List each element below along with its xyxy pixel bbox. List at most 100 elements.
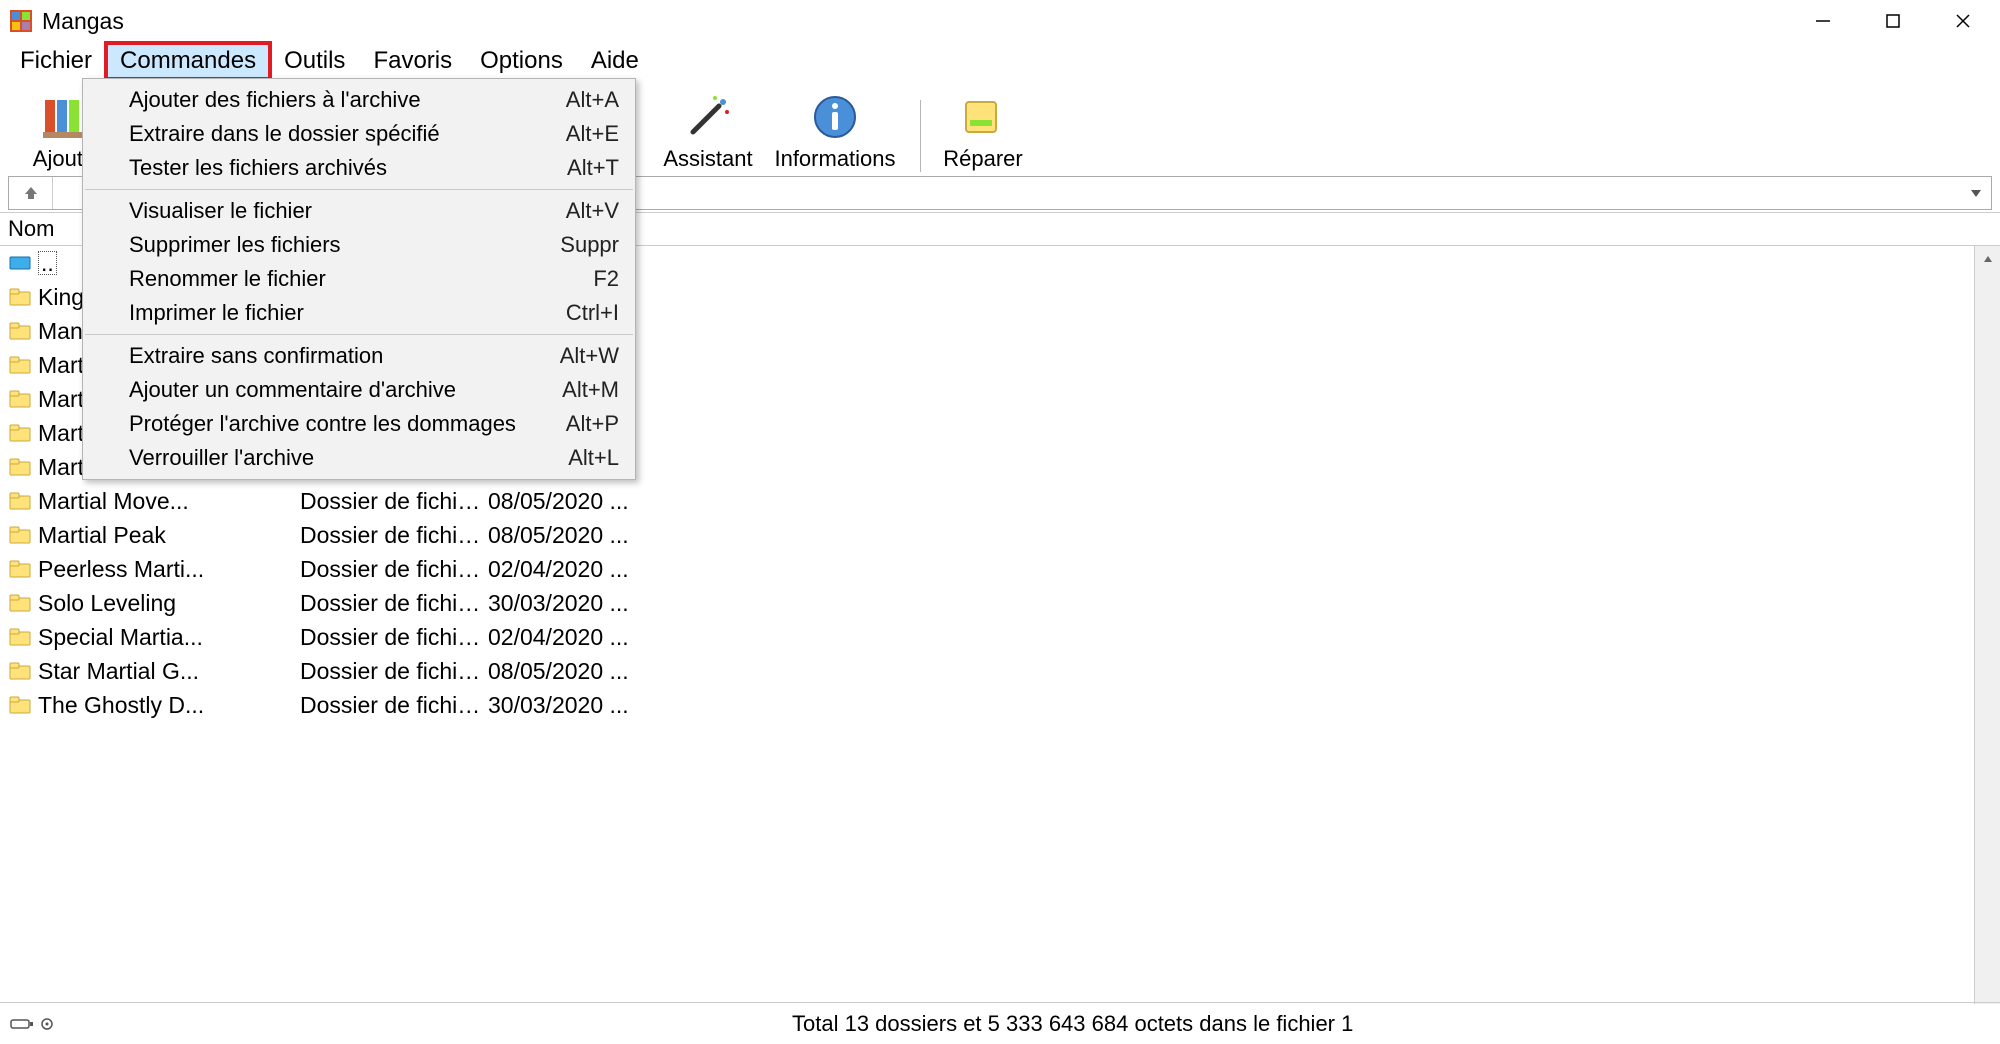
file-type: Dossier de fichie... <box>292 556 482 583</box>
folder-icon <box>8 319 32 343</box>
folder-icon <box>8 285 32 309</box>
file-type: Dossier de fichie... <box>292 488 482 515</box>
address-dropdown-button[interactable] <box>1961 186 1991 200</box>
file-name: Martial Move... <box>38 488 292 515</box>
menubar: Fichier Commandes Outils Favoris Options… <box>0 42 2000 80</box>
dropdown-item-shortcut: Alt+M <box>562 377 619 403</box>
dropdown-item[interactable]: Verrouiller l'archiveAlt+L <box>83 441 635 475</box>
file-row[interactable]: Special Martia...Dossier de fichie...02/… <box>0 620 1974 654</box>
dropdown-item-label: Extraire dans le dossier spécifié <box>129 121 566 147</box>
maximize-button[interactable] <box>1858 0 1928 42</box>
dropdown-item-shortcut: F2 <box>593 266 619 292</box>
folder-icon <box>8 489 32 513</box>
dropdown-item-label: Visualiser le fichier <box>129 198 566 224</box>
dropdown-item-shortcut: Alt+P <box>566 411 619 437</box>
menu-options[interactable]: Options <box>466 43 577 79</box>
menu-fichier[interactable]: Fichier <box>6 43 106 79</box>
drive-icon <box>8 251 32 275</box>
status-bar: Total 13 dossiers et 5 333 643 684 octet… <box>0 1002 2000 1044</box>
folder-icon <box>8 557 32 581</box>
toolbar-informations[interactable]: Informations <box>760 82 910 172</box>
file-row[interactable]: Martial Move...Dossier de fichie...08/05… <box>0 484 1974 518</box>
toolbar-reparer-label: Réparer <box>943 146 1022 172</box>
menu-outils[interactable]: Outils <box>270 43 359 79</box>
dropdown-item[interactable]: Ajouter un commentaire d'archiveAlt+M <box>83 373 635 407</box>
toolbar-assistant-label: Assistant <box>663 146 752 172</box>
folder-icon <box>8 693 32 717</box>
file-name: Star Martial G... <box>38 658 292 685</box>
toolbar-reparer[interactable]: Réparer <box>931 82 1035 172</box>
dropdown-item[interactable]: Tester les fichiers archivésAlt+T <box>83 151 635 185</box>
file-type: Dossier de fichie... <box>292 522 482 549</box>
minimize-button[interactable] <box>1788 0 1858 42</box>
commands-dropdown: Ajouter des fichiers à l'archiveAlt+AExt… <box>82 78 636 480</box>
toolbar-assistant[interactable]: Assistant <box>656 82 760 172</box>
file-name: Martial Peak <box>38 522 292 549</box>
repair-icon <box>958 92 1008 142</box>
menu-favoris[interactable]: Favoris <box>359 43 466 79</box>
folder-icon <box>8 523 32 547</box>
folder-icon <box>8 353 32 377</box>
dropdown-item-label: Renommer le fichier <box>129 266 593 292</box>
menu-commandes[interactable]: Commandes <box>106 43 270 79</box>
file-date: 08/05/2020 ... <box>482 522 642 549</box>
dropdown-item-label: Imprimer le fichier <box>129 300 566 326</box>
file-row[interactable]: Star Martial G...Dossier de fichie...08/… <box>0 654 1974 688</box>
file-name: Peerless Marti... <box>38 556 292 583</box>
status-text: Total 13 dossiers et 5 333 643 684 octet… <box>792 1011 1353 1037</box>
dropdown-separator <box>85 334 633 335</box>
dropdown-item[interactable]: Extraire dans le dossier spécifiéAlt+E <box>83 117 635 151</box>
file-type: Dossier de fichie... <box>292 590 482 617</box>
dropdown-item[interactable]: Extraire sans confirmationAlt+W <box>83 339 635 373</box>
file-row[interactable]: Martial PeakDossier de fichie...08/05/20… <box>0 518 1974 552</box>
dropdown-item[interactable]: Imprimer le fichierCtrl+I <box>83 296 635 330</box>
file-row[interactable]: Peerless Marti...Dossier de fichie...02/… <box>0 552 1974 586</box>
dropdown-item[interactable]: Protéger l'archive contre les dommagesAl… <box>83 407 635 441</box>
folder-icon <box>8 421 32 445</box>
toolbar-informations-label: Informations <box>774 146 895 172</box>
dropdown-item-label: Extraire sans confirmation <box>129 343 560 369</box>
file-type: Dossier de fichie... <box>292 658 482 685</box>
file-row[interactable]: Solo LevelingDossier de fichie...30/03/2… <box>0 586 1974 620</box>
dropdown-item-label: Supprimer les fichiers <box>129 232 560 258</box>
dropdown-item[interactable]: Visualiser le fichierAlt+V <box>83 194 635 228</box>
dropdown-item-label: Tester les fichiers archivés <box>129 155 567 181</box>
menu-aide[interactable]: Aide <box>577 43 653 79</box>
scroll-up-icon[interactable] <box>1975 246 2000 272</box>
dropdown-item-shortcut: Alt+T <box>567 155 619 181</box>
dropdown-item-label: Protéger l'archive contre les dommages <box>129 411 566 437</box>
dropdown-item-label: Verrouiller l'archive <box>129 445 568 471</box>
file-date: 08/05/2020 ... <box>482 658 642 685</box>
info-icon <box>810 92 860 142</box>
window-title: Mangas <box>42 8 124 35</box>
folder-icon <box>8 591 32 615</box>
file-date: 02/04/2020 ... <box>482 624 642 651</box>
file-name: The Ghostly D... <box>38 692 292 719</box>
dropdown-item-shortcut: Alt+E <box>566 121 619 147</box>
file-type: Dossier de fichie... <box>292 624 482 651</box>
dropdown-item-shortcut: Alt+A <box>566 87 619 113</box>
dropdown-item[interactable]: Supprimer les fichiersSuppr <box>83 228 635 262</box>
vertical-scrollbar[interactable] <box>1974 246 2000 1004</box>
file-date: 30/03/2020 ... <box>482 590 642 617</box>
dropdown-item-shortcut: Alt+V <box>566 198 619 224</box>
file-name: Special Martia... <box>38 624 292 651</box>
window-controls <box>1788 0 1998 42</box>
dropdown-item-shortcut: Ctrl+I <box>566 300 619 326</box>
dropdown-item-shortcut: Alt+W <box>560 343 619 369</box>
dropdown-item-label: Ajouter un commentaire d'archive <box>129 377 562 403</box>
dropdown-item[interactable]: Ajouter des fichiers à l'archiveAlt+A <box>83 83 635 117</box>
app-icon <box>8 8 34 34</box>
file-name: Solo Leveling <box>38 590 292 617</box>
status-icons <box>10 1017 70 1031</box>
dropdown-item-shortcut: Suppr <box>560 232 619 258</box>
toolbar-separator <box>920 100 921 172</box>
file-type: Dossier de fichie... <box>292 692 482 719</box>
up-button[interactable] <box>9 177 53 209</box>
dropdown-item[interactable]: Renommer le fichierF2 <box>83 262 635 296</box>
dropdown-separator <box>85 189 633 190</box>
close-button[interactable] <box>1928 0 1998 42</box>
file-row[interactable]: The Ghostly D...Dossier de fichie...30/0… <box>0 688 1974 722</box>
file-date: 30/03/2020 ... <box>482 692 642 719</box>
folder-icon <box>8 625 32 649</box>
